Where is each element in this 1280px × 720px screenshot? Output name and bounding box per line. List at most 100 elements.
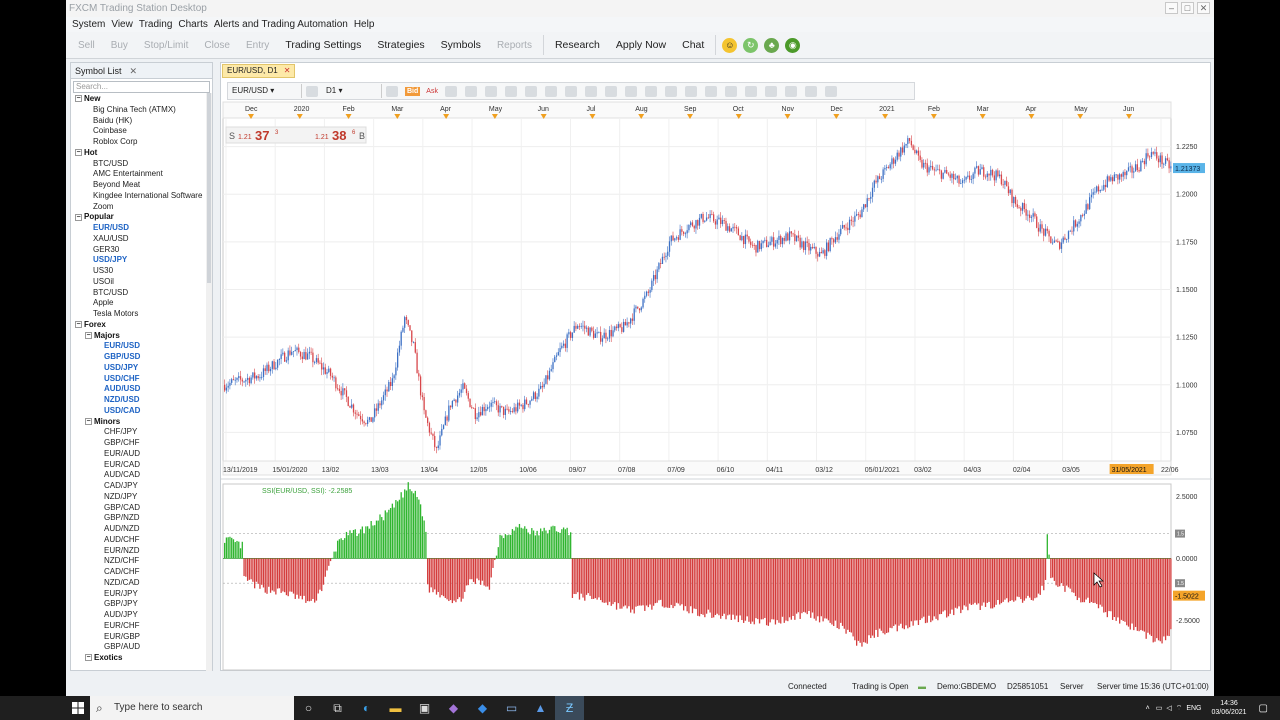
- candle[interactable]: [935, 169, 937, 171]
- candle[interactable]: [870, 196, 872, 199]
- candle[interactable]: [1062, 237, 1064, 243]
- candle[interactable]: [739, 235, 741, 241]
- candle[interactable]: [644, 295, 646, 299]
- tree-item[interactable]: NZD/CAD: [73, 578, 211, 589]
- candle[interactable]: [977, 166, 980, 175]
- candle[interactable]: [540, 385, 542, 389]
- tree-item[interactable]: CHF/JPY: [73, 427, 211, 438]
- candle[interactable]: [568, 332, 570, 335]
- candle[interactable]: [580, 325, 582, 327]
- tree-item[interactable]: XAU/USD: [73, 234, 211, 245]
- candle[interactable]: [363, 421, 365, 424]
- clock[interactable]: 14:36 03/06/2021: [1212, 699, 1247, 717]
- candle[interactable]: [910, 140, 913, 146]
- candle[interactable]: [1027, 214, 1029, 216]
- strategies-button[interactable]: Strategies: [369, 32, 432, 59]
- candle[interactable]: [448, 405, 450, 421]
- candle[interactable]: [543, 383, 545, 388]
- candle[interactable]: [974, 167, 976, 174]
- candle[interactable]: [760, 243, 762, 250]
- candle[interactable]: [705, 217, 708, 221]
- image-icon[interactable]: [624, 85, 637, 97]
- candle[interactable]: [649, 290, 651, 293]
- candle[interactable]: [799, 237, 801, 248]
- candle[interactable]: [471, 407, 473, 408]
- candle[interactable]: [273, 361, 275, 370]
- candle[interactable]: [891, 158, 893, 165]
- candle[interactable]: [834, 237, 837, 243]
- candle[interactable]: [370, 417, 372, 422]
- candle[interactable]: [1018, 207, 1020, 209]
- candle[interactable]: [1087, 204, 1089, 210]
- note-icon[interactable]: [544, 85, 557, 97]
- candle[interactable]: [483, 406, 485, 412]
- candle[interactable]: [594, 333, 597, 338]
- candle[interactable]: [328, 368, 330, 373]
- candle[interactable]: [591, 327, 593, 331]
- candle[interactable]: [958, 175, 960, 184]
- candle[interactable]: [236, 377, 238, 380]
- candle[interactable]: [1046, 228, 1048, 231]
- tree-item[interactable]: Beyond Meat: [73, 180, 211, 191]
- candle[interactable]: [589, 327, 591, 336]
- candle[interactable]: [693, 225, 695, 229]
- candle[interactable]: [1041, 224, 1043, 229]
- candle[interactable]: [1097, 186, 1100, 192]
- candle[interactable]: [803, 241, 805, 251]
- candle[interactable]: [608, 329, 611, 339]
- candle[interactable]: [391, 378, 394, 386]
- candle[interactable]: [430, 432, 432, 434]
- candle[interactable]: [264, 368, 266, 371]
- candle[interactable]: [905, 143, 907, 146]
- candle[interactable]: [435, 447, 438, 448]
- candle[interactable]: [861, 209, 863, 218]
- candle[interactable]: [1120, 174, 1123, 177]
- candle[interactable]: [490, 402, 492, 407]
- candle[interactable]: [1092, 192, 1094, 195]
- candle[interactable]: [986, 173, 988, 178]
- candle[interactable]: [287, 350, 289, 361]
- candle[interactable]: [336, 388, 339, 390]
- tree-item[interactable]: USD/JPY: [73, 363, 211, 374]
- candle[interactable]: [884, 167, 886, 170]
- candle[interactable]: [997, 170, 999, 177]
- candle[interactable]: [642, 298, 644, 308]
- candle[interactable]: [231, 379, 233, 383]
- candle[interactable]: [841, 225, 844, 229]
- candle[interactable]: [988, 173, 990, 176]
- candle[interactable]: [1140, 160, 1142, 172]
- candle[interactable]: [880, 178, 883, 180]
- candle[interactable]: [866, 198, 868, 208]
- candle[interactable]: [359, 415, 362, 420]
- candle[interactable]: [584, 325, 586, 329]
- candle[interactable]: [660, 263, 662, 264]
- candle[interactable]: [225, 387, 228, 391]
- tree-item[interactable]: NZD/CHF: [73, 556, 211, 567]
- candle[interactable]: [402, 327, 404, 332]
- candle[interactable]: [698, 217, 701, 226]
- candle[interactable]: [940, 170, 943, 179]
- tree-item[interactable]: USOil: [73, 277, 211, 288]
- candle[interactable]: [877, 176, 879, 183]
- candle[interactable]: [727, 226, 729, 231]
- candle[interactable]: [409, 325, 411, 331]
- candle[interactable]: [354, 412, 356, 414]
- wifi-icon[interactable]: ⌔: [1176, 704, 1183, 713]
- candle[interactable]: [612, 330, 614, 337]
- candle[interactable]: [238, 376, 240, 378]
- candle[interactable]: [711, 214, 713, 215]
- candle[interactable]: [372, 417, 374, 422]
- tree-item[interactable]: EUR/CHF: [73, 621, 211, 632]
- candle[interactable]: [640, 307, 642, 311]
- candle[interactable]: [621, 327, 623, 332]
- remote-desktop-icon[interactable]: ▭: [497, 696, 526, 720]
- candle[interactable]: [924, 162, 927, 164]
- candle[interactable]: [361, 419, 363, 422]
- candle[interactable]: [534, 392, 537, 400]
- candle[interactable]: [1122, 172, 1124, 177]
- shapes-icon[interactable]: [744, 85, 757, 97]
- tree-item[interactable]: Apple: [73, 298, 211, 309]
- tree-group[interactable]: − Forex: [73, 320, 211, 331]
- candle[interactable]: [592, 330, 595, 338]
- candle[interactable]: [1161, 155, 1163, 165]
